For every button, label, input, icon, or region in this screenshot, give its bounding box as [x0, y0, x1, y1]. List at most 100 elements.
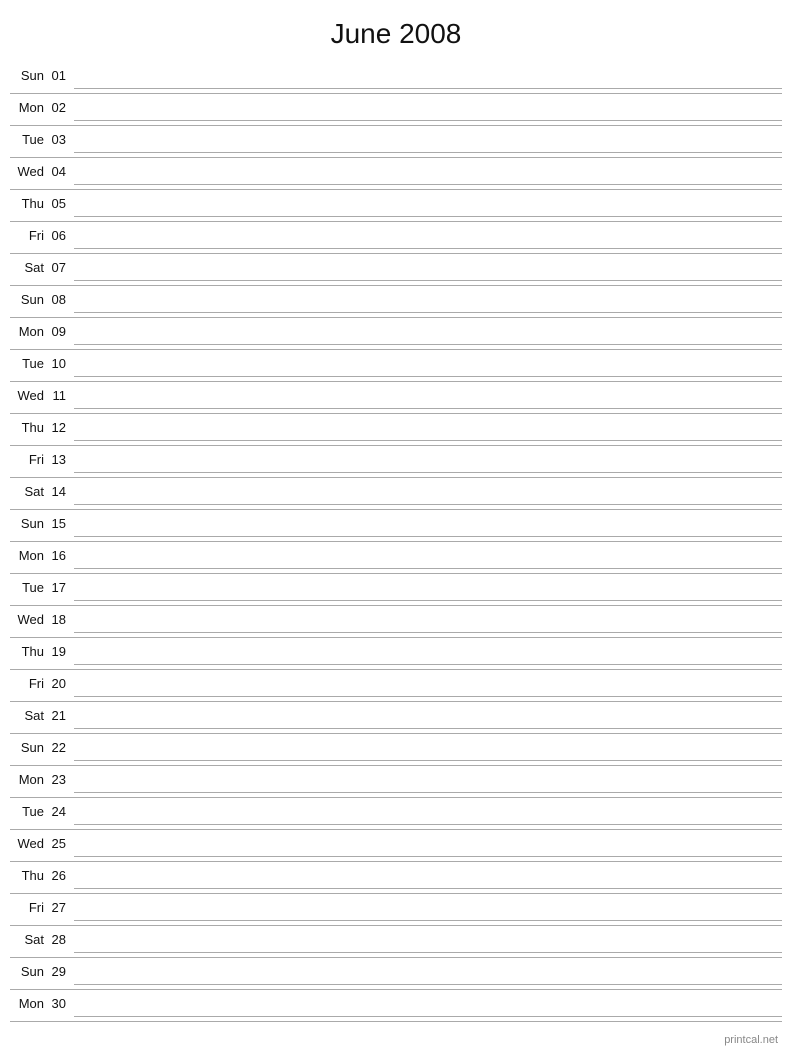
day-row: Fri06: [10, 222, 782, 254]
day-name: Wed: [10, 610, 48, 627]
day-row: Fri20: [10, 670, 782, 702]
day-number: 06: [48, 226, 74, 243]
day-row: Mon30: [10, 990, 782, 1022]
day-row: Sun01: [10, 62, 782, 94]
day-name: Mon: [10, 994, 48, 1011]
day-number: 23: [48, 770, 74, 787]
day-name: Tue: [10, 130, 48, 147]
day-number: 28: [48, 930, 74, 947]
day-name: Tue: [10, 354, 48, 371]
day-row: Sat21: [10, 702, 782, 734]
footer-text: printcal.net: [724, 1034, 778, 1046]
day-line: [74, 472, 782, 473]
calendar-list: Sun01Mon02Tue03Wed04Thu05Fri06Sat07Sun08…: [0, 62, 792, 1022]
day-name: Sun: [10, 66, 48, 83]
day-line: [74, 280, 782, 281]
day-number: 21: [48, 706, 74, 723]
day-line: [74, 344, 782, 345]
page-title: June 2008: [0, 0, 792, 62]
day-number: 16: [48, 546, 74, 563]
day-line: [74, 88, 782, 89]
day-line: [74, 504, 782, 505]
day-name: Mon: [10, 98, 48, 115]
day-line: [74, 824, 782, 825]
day-name: Tue: [10, 802, 48, 819]
day-number: 27: [48, 898, 74, 915]
day-line: [74, 312, 782, 313]
day-name: Fri: [10, 898, 48, 915]
day-name: Sat: [10, 482, 48, 499]
day-number: 10: [48, 354, 74, 371]
day-line: [74, 440, 782, 441]
day-number: 15: [48, 514, 74, 531]
day-row: Sun15: [10, 510, 782, 542]
day-row: Mon16: [10, 542, 782, 574]
day-number: 24: [48, 802, 74, 819]
day-row: Tue10: [10, 350, 782, 382]
day-row: Fri13: [10, 446, 782, 478]
day-number: 03: [48, 130, 74, 147]
day-number: 19: [48, 642, 74, 659]
day-name: Fri: [10, 450, 48, 467]
day-name: Sat: [10, 930, 48, 947]
day-number: 13: [48, 450, 74, 467]
day-number: 25: [48, 834, 74, 851]
day-row: Thu12: [10, 414, 782, 446]
day-number: 11: [48, 386, 74, 403]
day-row: Sat07: [10, 254, 782, 286]
day-number: 18: [48, 610, 74, 627]
day-number: 02: [48, 98, 74, 115]
day-number: 12: [48, 418, 74, 435]
day-line: [74, 216, 782, 217]
day-name: Tue: [10, 578, 48, 595]
day-row: Tue03: [10, 126, 782, 158]
day-row: Mon02: [10, 94, 782, 126]
day-number: 05: [48, 194, 74, 211]
day-number: 08: [48, 290, 74, 307]
day-name: Thu: [10, 194, 48, 211]
day-line: [74, 376, 782, 377]
day-line: [74, 248, 782, 249]
day-number: 01: [48, 66, 74, 83]
day-name: Sat: [10, 706, 48, 723]
day-name: Sun: [10, 738, 48, 755]
day-line: [74, 792, 782, 793]
day-name: Fri: [10, 226, 48, 243]
day-line: [74, 600, 782, 601]
day-name: Sat: [10, 258, 48, 275]
day-name: Mon: [10, 770, 48, 787]
day-line: [74, 632, 782, 633]
day-number: 20: [48, 674, 74, 691]
day-row: Sun29: [10, 958, 782, 990]
day-line: [74, 1016, 782, 1017]
day-row: Tue17: [10, 574, 782, 606]
day-number: 29: [48, 962, 74, 979]
day-row: Thu19: [10, 638, 782, 670]
day-line: [74, 184, 782, 185]
day-row: Wed11: [10, 382, 782, 414]
day-row: Mon23: [10, 766, 782, 798]
day-name: Wed: [10, 162, 48, 179]
day-line: [74, 408, 782, 409]
day-name: Wed: [10, 834, 48, 851]
day-name: Mon: [10, 546, 48, 563]
day-line: [74, 728, 782, 729]
day-name: Sun: [10, 514, 48, 531]
day-number: 04: [48, 162, 74, 179]
day-row: Thu05: [10, 190, 782, 222]
day-row: Wed04: [10, 158, 782, 190]
day-name: Thu: [10, 866, 48, 883]
day-row: Sun22: [10, 734, 782, 766]
day-row: Thu26: [10, 862, 782, 894]
day-line: [74, 152, 782, 153]
day-line: [74, 568, 782, 569]
day-number: 14: [48, 482, 74, 499]
day-number: 26: [48, 866, 74, 883]
day-line: [74, 856, 782, 857]
day-name: Fri: [10, 674, 48, 691]
day-line: [74, 536, 782, 537]
day-name: Wed: [10, 386, 48, 403]
day-row: Sun08: [10, 286, 782, 318]
day-number: 09: [48, 322, 74, 339]
day-name: Thu: [10, 642, 48, 659]
